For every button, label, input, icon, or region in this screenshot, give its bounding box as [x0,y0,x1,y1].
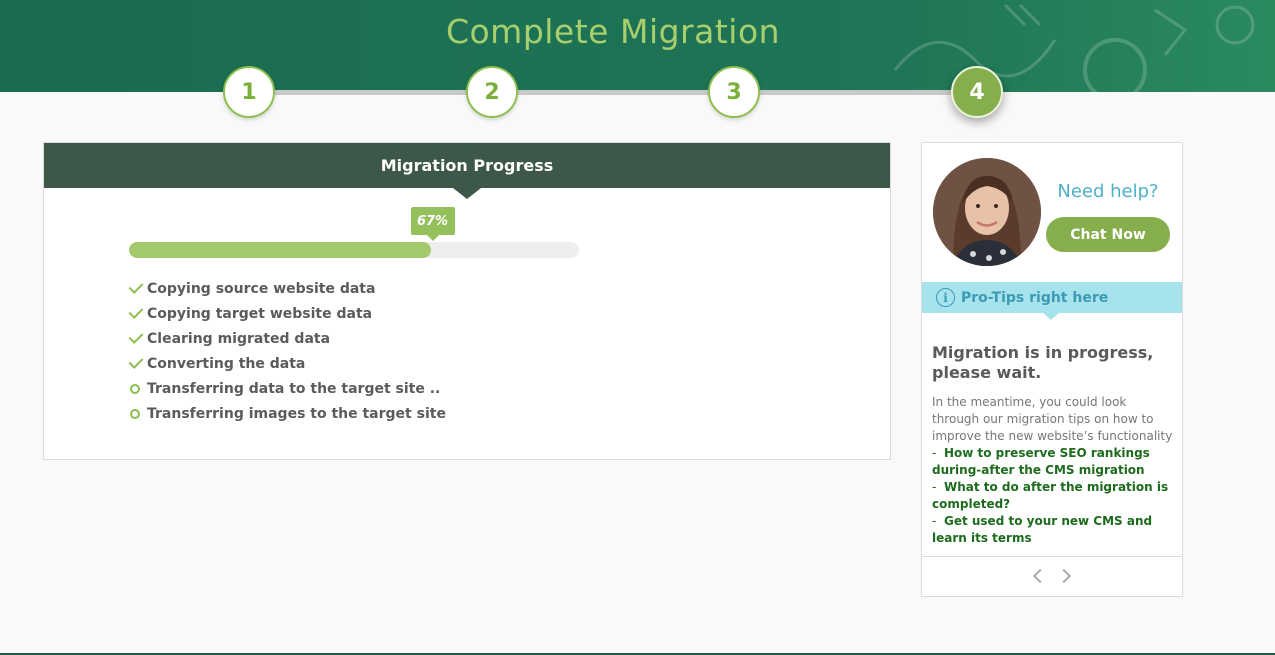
migration-progress-panel: Migration Progress 67% Copying source we… [43,142,891,460]
step-4-active: 4 [951,66,1003,118]
check-icon [128,354,144,369]
chat-now-button[interactable]: Chat Now [1046,217,1170,252]
next-tip-button[interactable] [1056,566,1074,586]
support-agent-avatar [933,158,1041,266]
task-label: Copying source website data [147,280,376,297]
sidebar-divider [922,556,1182,557]
task-item: Clearing migrated data [128,326,446,351]
tip-body: In the meantime, you could look through … [932,395,1173,443]
step-2: 2 [466,66,518,118]
check-icon [128,279,144,294]
task-label: Copying target website data [147,305,373,322]
task-label: Transferring images to the target site [147,405,446,422]
header-banner: Complete Migration [0,0,1275,92]
progress-percent-badge: 67% [410,207,455,241]
task-label: Clearing migrated data [147,330,331,347]
tip-link-after-migration[interactable]: - What to do after the migration is comp… [932,479,1177,513]
task-label: Converting the data [147,355,306,372]
prev-tip-button[interactable] [1030,566,1048,586]
task-list: Copying source website data Copying targ… [128,276,446,426]
info-icon: i [936,288,955,307]
tip-link-seo[interactable]: - How to preserve SEO rankings during-af… [932,445,1177,479]
pro-tips-label: Pro-Tips right here [961,289,1109,306]
pro-tips-header: i Pro-Tips right here [922,282,1182,320]
steps-progress-line [248,90,978,95]
pending-circle-icon [130,408,140,419]
tip-title: Migration is in progress, please wait. [932,343,1154,382]
need-help-text: Need help? [1057,181,1159,202]
task-item: Converting the data [128,351,446,376]
chevron-left-icon [1032,568,1048,584]
page-title: Complete Migration [445,12,781,51]
tip-link-new-cms[interactable]: - Get used to your new CMS and learn its… [932,513,1177,547]
tip-links: - How to preserve SEO rankings during-af… [932,445,1177,547]
task-item: Transferring data to the target site .. [129,376,446,401]
pending-circle-icon [130,383,140,394]
step-1: 1 [223,66,275,118]
check-icon [128,329,144,344]
progress-bar-fill [129,242,431,258]
help-sidebar: Need help? Chat Now i Pro-Tips right her… [921,142,1183,597]
task-item: Transferring images to the target site [129,401,446,426]
panel-title: Migration Progress [44,143,890,199]
step-3: 3 [708,66,760,118]
chevron-right-icon [1056,568,1072,584]
task-item: Copying target website data [128,301,446,326]
progress-bar [129,242,579,258]
check-icon [128,304,144,319]
task-label: Transferring data to the target site .. [147,380,441,397]
task-item: Copying source website data [128,276,446,301]
